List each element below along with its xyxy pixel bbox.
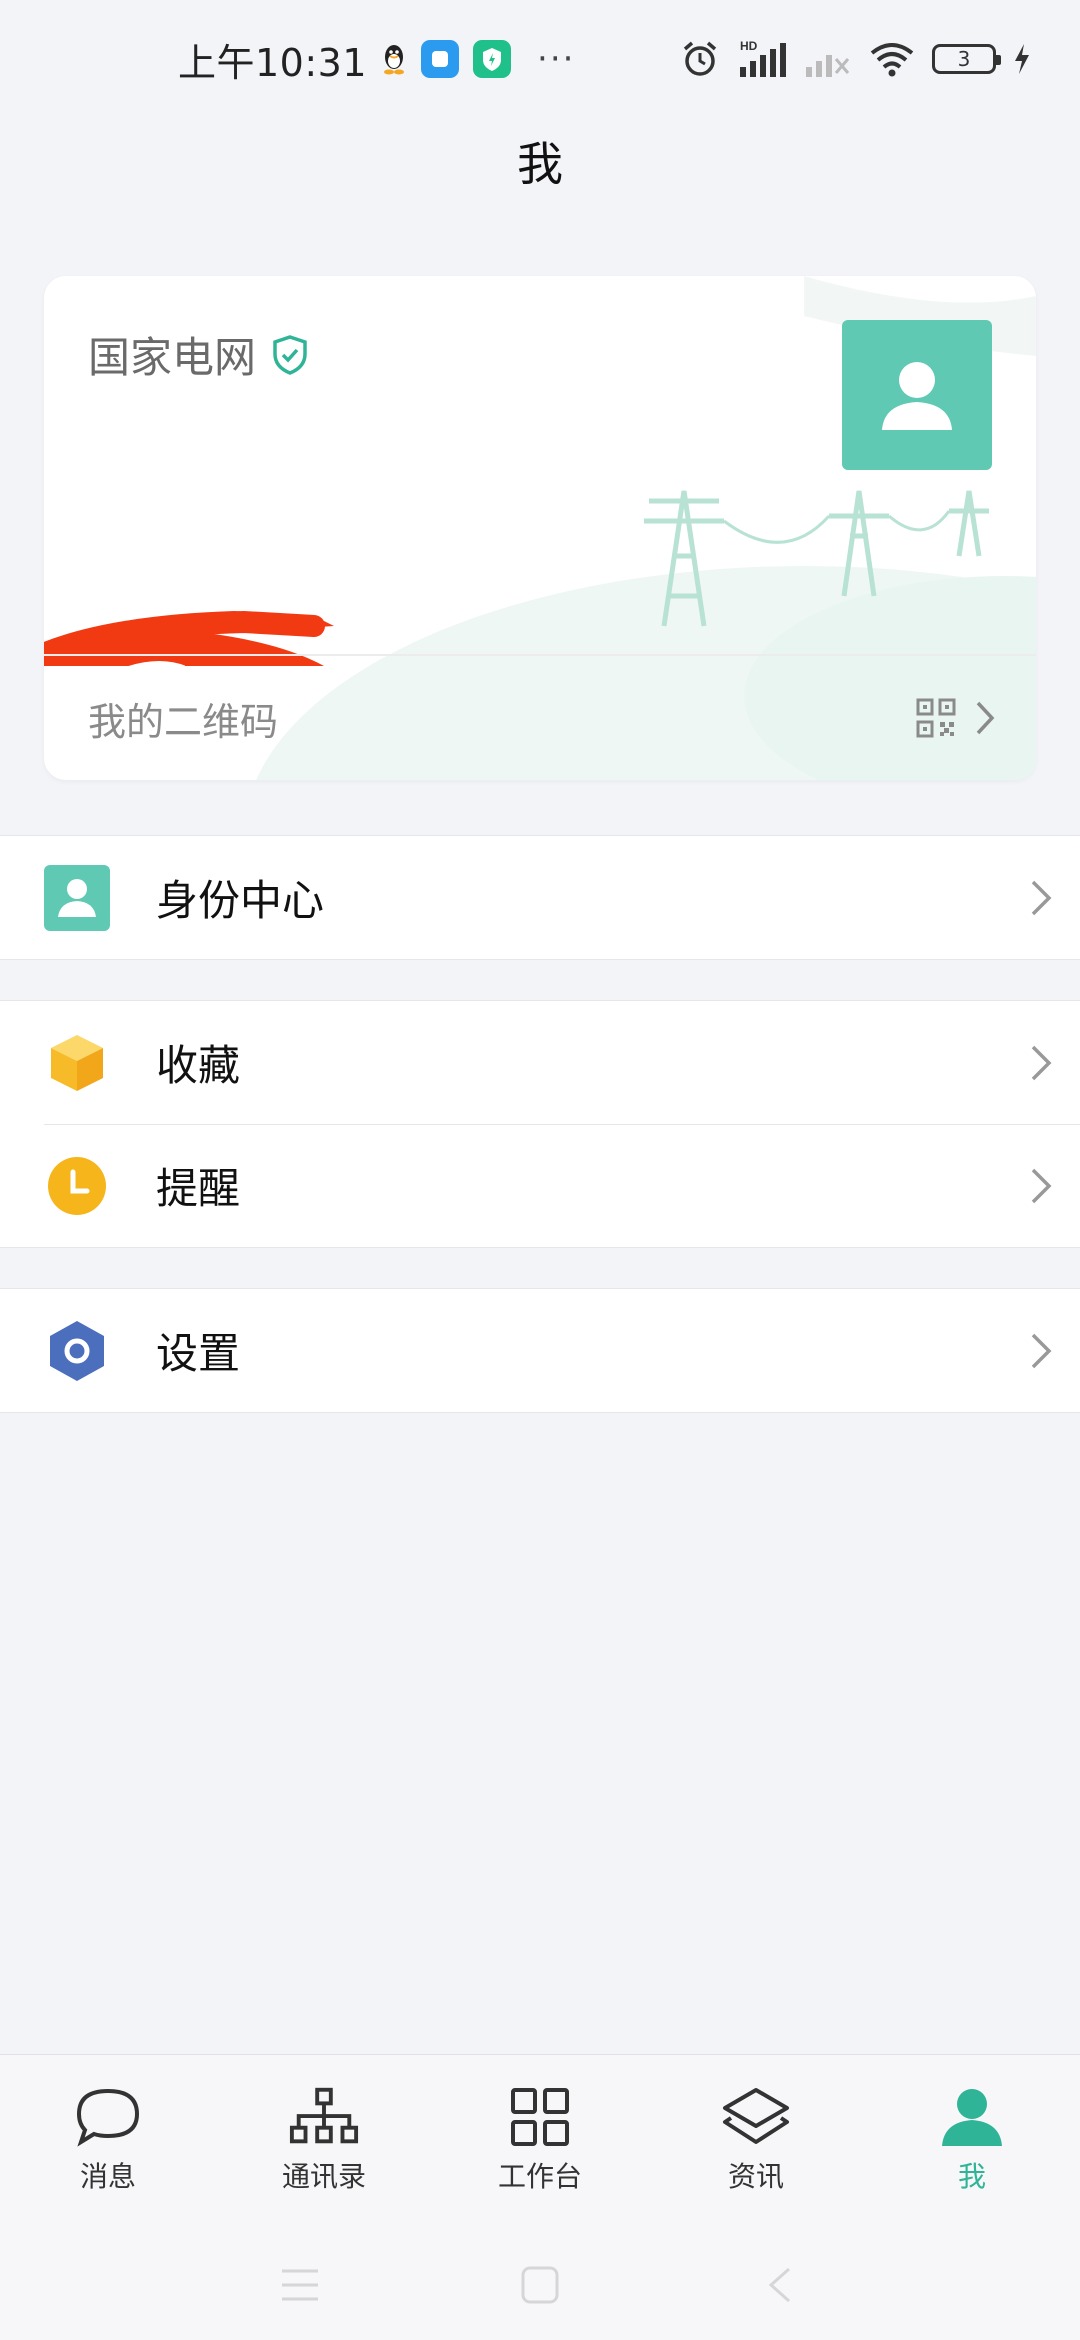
back-chevron-icon	[768, 2267, 790, 2303]
cellular-signal-weak-icon	[806, 55, 850, 77]
redaction-scribble	[44, 610, 334, 666]
battery-level: 3	[957, 47, 971, 71]
nav-item-messages[interactable]: 消息	[28, 2085, 188, 2195]
menu-item-reminders[interactable]: 提醒	[0, 1124, 1080, 1247]
menu-label-favorites: 收藏	[156, 1041, 241, 1090]
nav-item-contacts[interactable]: 通讯录	[244, 2085, 404, 2195]
page-title: 我	[517, 137, 563, 191]
menu-label-reminders: 提醒	[156, 1164, 241, 1213]
organization-row: 国家电网	[88, 324, 310, 385]
menu-lines-icon	[282, 2269, 318, 2301]
profile-card[interactable]: 国家电网 我的二维码	[44, 276, 1036, 780]
avatar[interactable]	[842, 320, 992, 470]
nav-label-workbench: 工作台	[497, 2160, 582, 2193]
nav-label-news: 资讯	[727, 2160, 784, 2193]
chevron-right-icon	[1031, 880, 1052, 915]
org-chart-icon	[288, 2085, 360, 2149]
bottom-navigation-bar: 消息 通讯录 工作台 资讯 我	[0, 2054, 1080, 2230]
my-qr-code-row[interactable]: 我的二维码	[44, 656, 1036, 780]
qr-right	[916, 698, 996, 738]
status-bar: 上午10:31 ··· HD 3	[0, 0, 1080, 118]
menu-label-settings: 设置	[156, 1329, 241, 1378]
layers-icon	[720, 2085, 792, 2149]
box-icon	[44, 1030, 110, 1096]
menu-label-identity-center: 身份中心	[156, 876, 325, 925]
grid-icon	[504, 2085, 576, 2149]
chat-bubble-icon	[72, 2085, 144, 2149]
chevron-right-icon	[1031, 1333, 1052, 1368]
menu-group-settings: 设置	[0, 1288, 1080, 1413]
battery-indicator: 3	[932, 44, 1001, 74]
app-notification-blue-icon	[421, 40, 460, 78]
qr-label: 我的二维码	[88, 699, 279, 744]
hexagon-gear-icon	[44, 1318, 110, 1384]
system-navigation-bar	[0, 2230, 1080, 2340]
verified-shield-icon	[273, 334, 307, 375]
qr-code-icon	[916, 698, 956, 738]
organization-name: 国家电网	[88, 333, 257, 382]
person-icon	[936, 2085, 1008, 2149]
more-notifications-icon: ···	[537, 39, 576, 79]
nav-label-messages: 消息	[79, 2160, 136, 2193]
recent-apps-button[interactable]	[270, 2255, 330, 2315]
alarm-icon	[683, 41, 717, 76]
wifi-icon	[870, 43, 914, 77]
chevron-right-icon	[1031, 1168, 1052, 1203]
nav-item-me[interactable]: 我	[892, 2085, 1052, 2195]
home-square-icon	[521, 2266, 559, 2304]
qq-penguin-icon	[384, 45, 405, 75]
app-notification-green-icon	[473, 40, 512, 78]
back-button[interactable]	[750, 2255, 810, 2315]
menu-group-favorites-reminders: 收藏 提醒	[0, 1000, 1080, 1248]
clock-icon	[44, 1153, 110, 1219]
nav-label-contacts: 通讯录	[281, 2160, 366, 2193]
status-left: 上午10:31 ···	[178, 32, 575, 87]
nav-item-workbench[interactable]: 工作台	[460, 2085, 620, 2195]
id-badge-icon	[44, 864, 110, 931]
menu-group-identity: 身份中心	[0, 835, 1080, 960]
menu-item-identity-center[interactable]: 身份中心	[0, 836, 1080, 959]
person-icon	[882, 362, 952, 430]
status-time: 上午10:31	[178, 40, 368, 85]
menu-item-settings[interactable]: 设置	[0, 1289, 1080, 1412]
status-right: HD 3	[680, 39, 1032, 79]
nav-label-me: 我	[957, 2160, 986, 2193]
menu-item-favorites[interactable]: 收藏	[0, 1001, 1080, 1124]
nav-item-news[interactable]: 资讯	[676, 2085, 836, 2195]
home-button[interactable]	[510, 2255, 570, 2315]
chevron-right-icon	[976, 701, 995, 735]
charging-bolt-icon	[1015, 44, 1029, 74]
network-label: HD	[740, 39, 758, 53]
cellular-signal-hd-icon: HD	[740, 39, 786, 77]
chevron-right-icon	[1031, 1045, 1052, 1080]
